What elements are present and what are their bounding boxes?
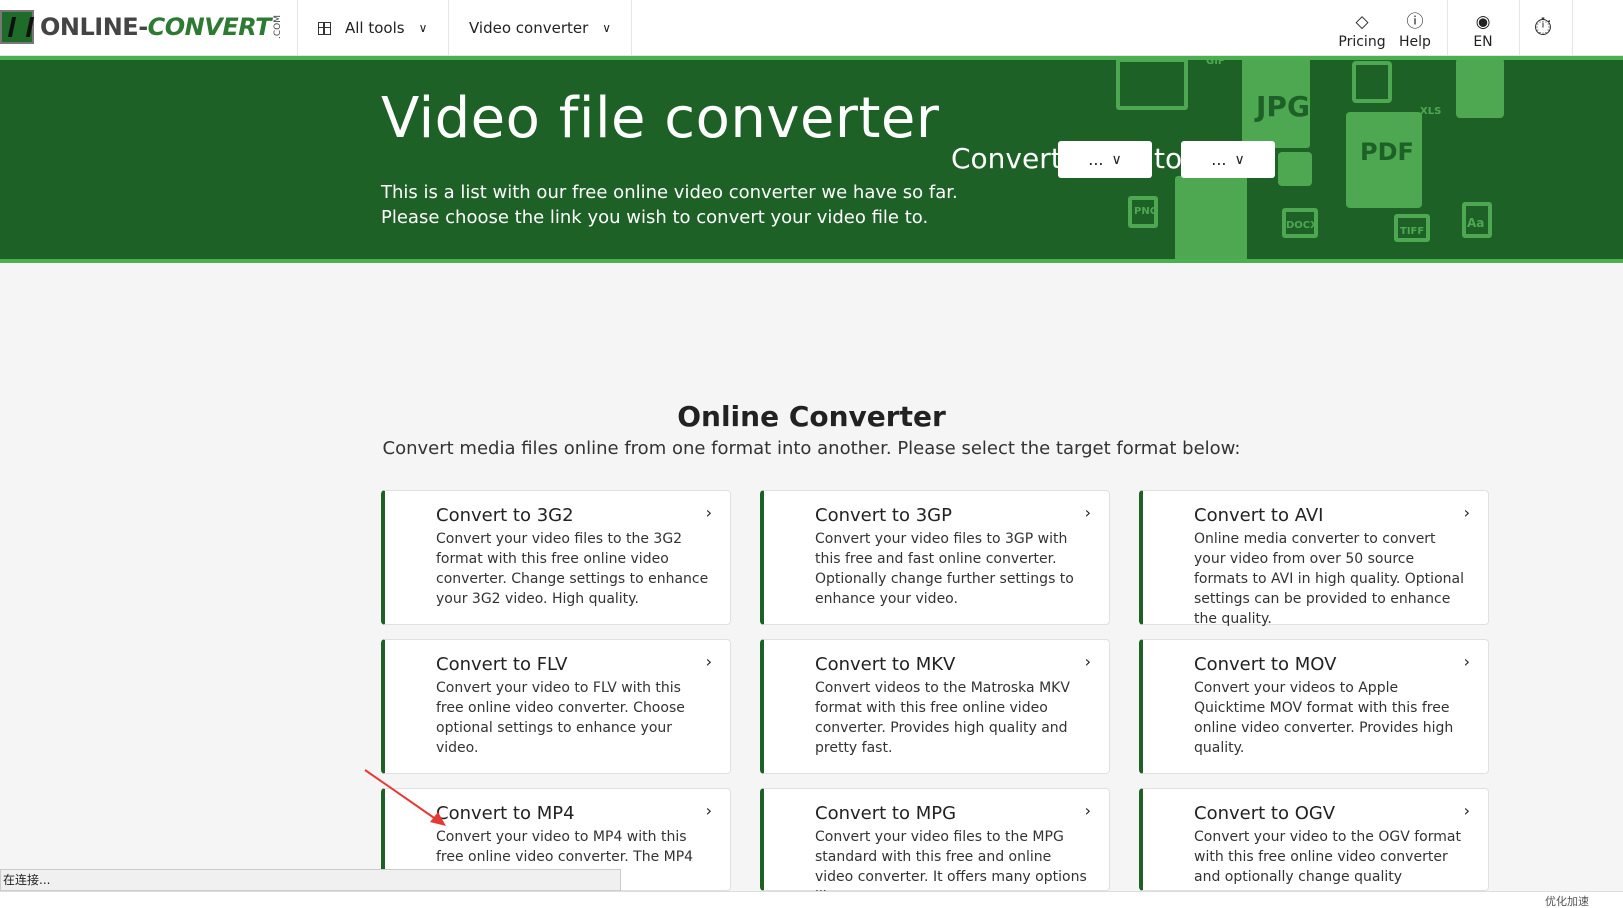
chevron-right-icon: › xyxy=(705,503,712,522)
card-title: Convert to MKV xyxy=(815,654,956,675)
hero-description: This is a list with our free online vide… xyxy=(381,182,958,228)
chevron-down-icon: ∨ xyxy=(418,21,428,35)
card-title: Convert to OGV xyxy=(1194,803,1336,824)
card-title: Convert to FLV xyxy=(436,654,568,675)
target-format-value: ... xyxy=(1211,150,1227,169)
history-button[interactable]: ⏱ xyxy=(1513,6,1573,50)
all-tools-label: All tools xyxy=(345,19,405,37)
source-format-select[interactable]: ... ∨ xyxy=(1058,141,1152,178)
source-format-value: ... xyxy=(1088,150,1104,169)
language-label: EN xyxy=(1473,34,1493,50)
pricing-label: Pricing xyxy=(1338,34,1386,50)
all-tools-dropdown[interactable]: All tools ∨ xyxy=(297,0,447,56)
browser-bottom-strip xyxy=(0,891,1623,908)
card-title: Convert to MOV xyxy=(1194,654,1337,675)
clipboard-clock-icon: ⏱ xyxy=(1533,12,1553,41)
logo-com: .COM xyxy=(273,15,283,39)
chevron-right-icon: › xyxy=(1084,652,1091,671)
site-logo[interactable]: ONLINE-CONVERT .COM xyxy=(0,8,283,46)
printer-icon xyxy=(1278,152,1312,186)
xls-label: XLS xyxy=(1420,106,1442,117)
card-title: Convert to 3GP xyxy=(815,505,952,526)
converter-card-flv[interactable]: Convert to FLV Convert your video to FLV… xyxy=(381,639,731,774)
converter-card-avi[interactable]: Convert to AVI Online media converter to… xyxy=(1139,490,1489,627)
card-title: Convert to MPG xyxy=(815,803,957,824)
converter-card-mkv[interactable]: Convert to MKV Convert videos to the Mat… xyxy=(760,639,1110,774)
chevron-right-icon: › xyxy=(705,801,712,820)
chevron-right-icon: › xyxy=(1463,801,1470,820)
tiff-label: TIFF xyxy=(1400,226,1425,237)
divider xyxy=(1572,0,1573,56)
section-title: Online Converter xyxy=(677,400,946,433)
divider xyxy=(1447,0,1448,56)
card-description: Convert your video files to the 3G2 form… xyxy=(436,531,709,607)
converter-card-3gp[interactable]: Convert to 3GP Convert your video files … xyxy=(760,490,1110,625)
card-description: Online media converter to convert your v… xyxy=(1194,531,1464,627)
converter-card-mov[interactable]: Convert to MOV Convert your videos to Ap… xyxy=(1139,639,1489,774)
page-title: Video file converter xyxy=(381,86,940,151)
top-navigation-bar: ONLINE-CONVERT .COM All tools ∨ Video co… xyxy=(0,0,1623,56)
card-description: Convert your video to FLV with this free… xyxy=(436,680,685,756)
chevron-right-icon: › xyxy=(1463,503,1470,522)
hero-stripe-top xyxy=(0,56,1623,60)
help-label: Help xyxy=(1399,34,1431,50)
logo-mark-icon xyxy=(0,10,34,44)
envelope-icon xyxy=(1116,58,1188,110)
section-subtitle: Convert media files online from one form… xyxy=(382,438,1241,459)
converter-card-3g2[interactable]: Convert to 3G2 Convert your video files … xyxy=(381,490,731,625)
png-label: PNG xyxy=(1134,206,1158,217)
chevron-right-icon: › xyxy=(1084,503,1091,522)
globe-icon: ◉ xyxy=(1475,12,1491,32)
convert-label: Convert xyxy=(951,142,1062,175)
question-icon: ⓘ xyxy=(1406,12,1424,32)
accelerate-label[interactable]: 优化加速 xyxy=(1545,893,1589,908)
docx-label: DOCX xyxy=(1286,220,1318,231)
card-description: Convert your video files to 3GP with thi… xyxy=(815,531,1074,607)
font-label: Aa xyxy=(1467,216,1485,230)
target-format-select[interactable]: ... ∨ xyxy=(1181,141,1275,178)
logo-text: ONLINE-CONVERT xyxy=(40,13,272,41)
chart-file-icon xyxy=(1456,58,1504,118)
file-chart-icon xyxy=(1175,176,1247,263)
hero-stripe-bottom xyxy=(0,259,1623,263)
card-title: Convert to 3G2 xyxy=(436,505,574,526)
pricing-link[interactable]: ◇ Pricing xyxy=(1332,6,1392,50)
tag-icon: ◇ xyxy=(1355,12,1369,32)
card-description: Convert your video to the OGV format wit… xyxy=(1194,829,1461,885)
chevron-right-icon: › xyxy=(705,652,712,671)
card-description: Convert your videos to Apple Quicktime M… xyxy=(1194,680,1454,756)
card-title: Convert to MP4 xyxy=(436,803,575,824)
to-label: to xyxy=(1154,142,1183,175)
card-description: Convert videos to the Matroska MKV forma… xyxy=(815,680,1070,756)
help-link[interactable]: ⓘ Help xyxy=(1385,6,1445,50)
chevron-down-icon: ∨ xyxy=(602,21,612,35)
grid-icon xyxy=(318,21,331,35)
browser-status-bar: 在连接... xyxy=(0,869,621,891)
pdf-label: PDF xyxy=(1360,138,1414,166)
chevron-down-icon: ∨ xyxy=(1234,151,1245,168)
language-selector[interactable]: ◉ EN xyxy=(1453,6,1513,50)
video-converter-dropdown[interactable]: Video converter ∨ xyxy=(448,0,633,56)
chevron-right-icon: › xyxy=(1463,652,1470,671)
annotation-arrow-icon xyxy=(364,769,446,826)
video-converter-label: Video converter xyxy=(469,19,589,37)
card-title: Convert to AVI xyxy=(1194,505,1324,526)
converter-card-mpg[interactable]: Convert to MPG Convert your video files … xyxy=(760,788,1110,905)
converter-card-ogv[interactable]: Convert to OGV Convert your video to the… xyxy=(1139,788,1489,891)
image-icon xyxy=(1352,61,1392,103)
jpg-label: JPG xyxy=(1256,90,1310,123)
chevron-right-icon: › xyxy=(1084,801,1091,820)
chevron-down-icon: ∨ xyxy=(1111,151,1122,168)
